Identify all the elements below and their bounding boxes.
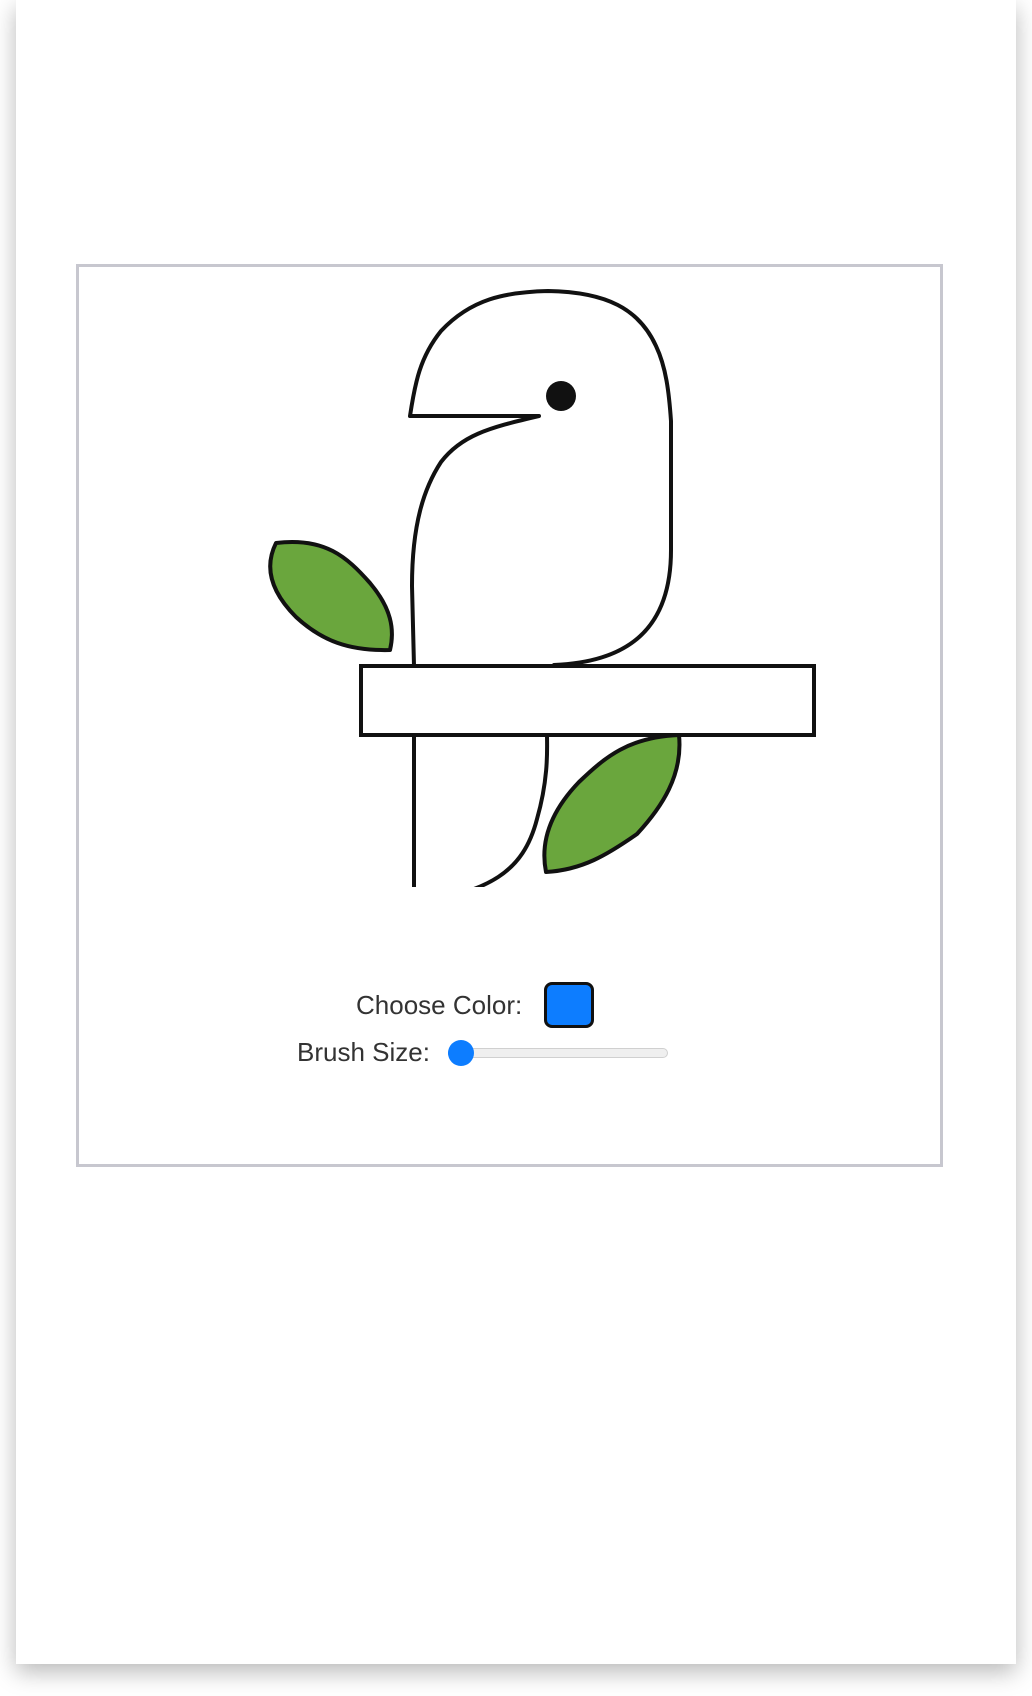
coloring-panel: Choose Color: Brush Size: <box>76 264 943 1167</box>
color-control-row: Choose Color: <box>356 982 595 1028</box>
brush-size-label: Brush Size: <box>297 1037 430 1067</box>
page: Choose Color: Brush Size: <box>16 0 1016 1664</box>
page-header-faint <box>16 178 1016 190</box>
color-picker-swatch[interactable] <box>544 982 595 1028</box>
brush-size-control-row: Brush Size: <box>297 1037 668 1068</box>
brush-size-slider-thumb[interactable] <box>447 1039 474 1066</box>
parrot-drawing-canvas[interactable] <box>79 267 940 887</box>
brush-size-slider[interactable] <box>447 1039 668 1066</box>
perch-branch[interactable] <box>359 664 816 737</box>
right-leaf[interactable] <box>542 733 682 874</box>
parrot-eye[interactable] <box>546 381 576 411</box>
left-leaf[interactable] <box>268 539 394 653</box>
brush-size-slider-track[interactable] <box>447 1047 668 1058</box>
color-picker-label: Choose Color: <box>356 989 523 1020</box>
